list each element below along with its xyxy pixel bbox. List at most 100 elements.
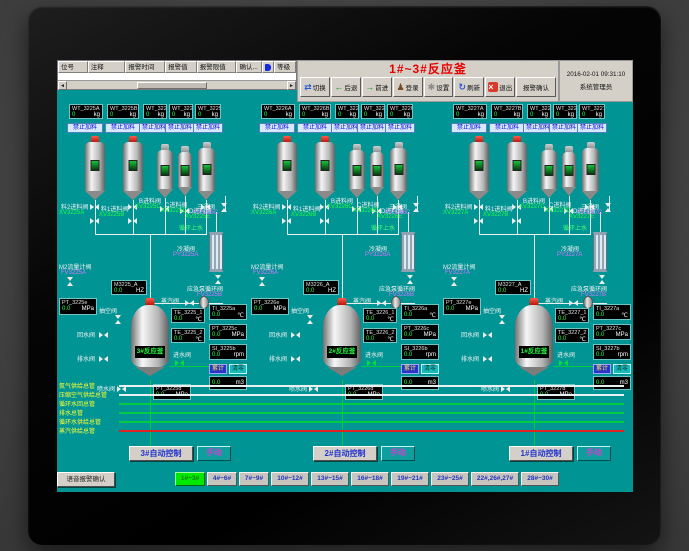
totalizer-accumulate-button[interactable]: 累计 [209,364,227,374]
feed-tank[interactable] [507,136,527,200]
feed-valve[interactable] [282,204,291,211]
weight-indicator-tag: WT_3225D [170,105,192,112]
toolbar-button-login[interactable]: ♟登录 [393,77,423,97]
switch-icon: ⇄ [304,83,312,92]
emergency-circulation-valve[interactable] [214,275,221,284]
speed-indicator-unit: rpm [618,352,628,358]
vacuum-valve[interactable] [498,315,505,324]
page-nav-button[interactable]: 10#~12# [271,472,309,486]
feed-tank[interactable] [349,144,365,198]
feed-tank[interactable] [277,136,297,200]
page-nav-button[interactable]: 22#,26#,27# [471,472,519,486]
totalizer-accumulate-button[interactable]: 累计 [593,364,611,374]
feed-valve[interactable] [320,218,329,225]
agitator-frequency-indicator-tag: M3225_A [112,281,146,288]
three-way-valve[interactable] [412,203,419,212]
scroll-left-arrow-icon[interactable]: ◄ [58,81,67,90]
main-pipe-label: 排水总管 [59,408,83,417]
flowmeter-valve[interactable] [258,277,265,286]
agitator-frequency-indicator-unit: HZ [136,288,144,294]
inlet-water-valve[interactable] [559,360,568,367]
auto-control-button[interactable]: 3#自动控制 [129,446,193,461]
inlet-water-valve[interactable] [367,360,376,367]
three-way-valve[interactable] [220,203,227,212]
reactor-vessel[interactable]: 3#反应釜 [131,298,169,382]
manual-button[interactable]: 手动 [577,446,611,461]
emergency-circulation-valve[interactable] [406,275,413,284]
spray-valve[interactable] [501,386,510,393]
spray-valve[interactable] [309,386,318,393]
toolbar-button-exit[interactable]: ×退出 [485,77,515,97]
manual-button[interactable]: 手动 [381,446,415,461]
inlet-water-valve[interactable] [175,360,184,367]
flowmeter-valve[interactable] [66,277,73,286]
feed-tank[interactable] [469,136,489,200]
totalizer-clear-button[interactable]: 清零 [421,364,439,374]
spray-valve[interactable] [117,386,126,393]
totalizer-accumulate-button[interactable]: 累计 [401,364,419,374]
scroll-right-arrow-icon[interactable]: ► [287,81,296,90]
scroll-thumb[interactable] [137,82,207,89]
feed-valve[interactable] [474,204,483,211]
speed-indicator: SI_3225b0.0rpm [209,344,247,360]
feed-tank[interactable] [198,142,215,200]
page-nav-button[interactable]: 4#~6# [207,472,237,486]
flowmeter-valve[interactable] [450,277,457,286]
manual-button[interactable]: 手动 [197,446,231,461]
feed-tank[interactable] [315,136,335,200]
feed-tank[interactable] [85,136,105,200]
page-nav-button[interactable]: 7#~9# [239,472,269,486]
reactor-vessel[interactable]: 1#反应釜 [515,298,553,382]
vacuum-valve[interactable] [114,315,121,324]
page-nav-button[interactable]: 16#~18# [351,472,389,486]
page-nav-button[interactable]: 1#~3# [175,472,205,486]
toolbar-button-refresh[interactable]: ↻刷新 [454,77,484,97]
drain-valve[interactable] [291,356,300,363]
steam-valve[interactable] [569,300,578,307]
emergency-circulation-valve[interactable] [598,275,605,284]
feed-tank[interactable] [178,146,192,196]
page-nav-button[interactable]: 13#~15# [311,472,349,486]
toolbar-button-back[interactable]: ←后退 [331,77,361,97]
auto-control-button[interactable]: 2#自动控制 [313,446,377,461]
voice-alarm-ack-button[interactable]: 语音报警确认 [57,472,115,487]
feed-valve[interactable] [90,204,99,211]
feed-valve[interactable] [128,218,137,225]
feed-tank[interactable] [123,136,143,200]
page-nav-button[interactable]: 19#~21# [391,472,429,486]
toolbar-button-forward[interactable]: →前进 [362,77,392,97]
totalizer-clear-button[interactable]: 清零 [613,364,631,374]
pipe [119,394,624,396]
weight-indicator-unit: kg [94,112,100,118]
drain-valve[interactable] [99,356,108,363]
drain-valve[interactable] [483,356,492,363]
toolbar-button-alarm-ack[interactable]: 报警确认 [516,77,556,97]
page-nav-button[interactable]: 23#~25# [431,472,469,486]
feed-tank[interactable] [541,144,557,198]
feed-tank[interactable] [370,146,384,196]
auto-control-button[interactable]: 1#自动控制 [509,446,573,461]
feed-tank[interactable] [582,142,599,200]
feed-valve[interactable] [474,218,483,225]
vacuum-valve[interactable] [306,315,313,324]
feed-valve[interactable] [512,218,521,225]
alarm-hscrollbar[interactable]: ◄ ► [58,80,296,89]
feed-tank[interactable] [562,146,576,196]
weight-indicator-value: 0 [110,112,113,118]
toolbar-button-switch[interactable]: ⇄切换 [300,77,330,97]
three-way-valve[interactable] [604,203,611,212]
feed-tank[interactable] [157,144,173,198]
feed-tank[interactable] [390,142,407,200]
steam-valve[interactable] [185,300,194,307]
feed-valve[interactable] [282,218,291,225]
page-nav-button[interactable]: 28#~30# [521,472,559,486]
return-water-valve[interactable] [291,332,300,339]
return-water-valve[interactable] [99,332,108,339]
steam-valve[interactable] [377,300,386,307]
feed-valve[interactable] [90,218,99,225]
toolbar-button-settings[interactable]: ✱设置 [424,77,454,97]
reactor-vessel[interactable]: 2#反应釜 [323,298,361,382]
weight-indicator-row: 0kg [262,112,294,118]
totalizer-clear-button[interactable]: 清零 [229,364,247,374]
return-water-valve[interactable] [483,332,492,339]
